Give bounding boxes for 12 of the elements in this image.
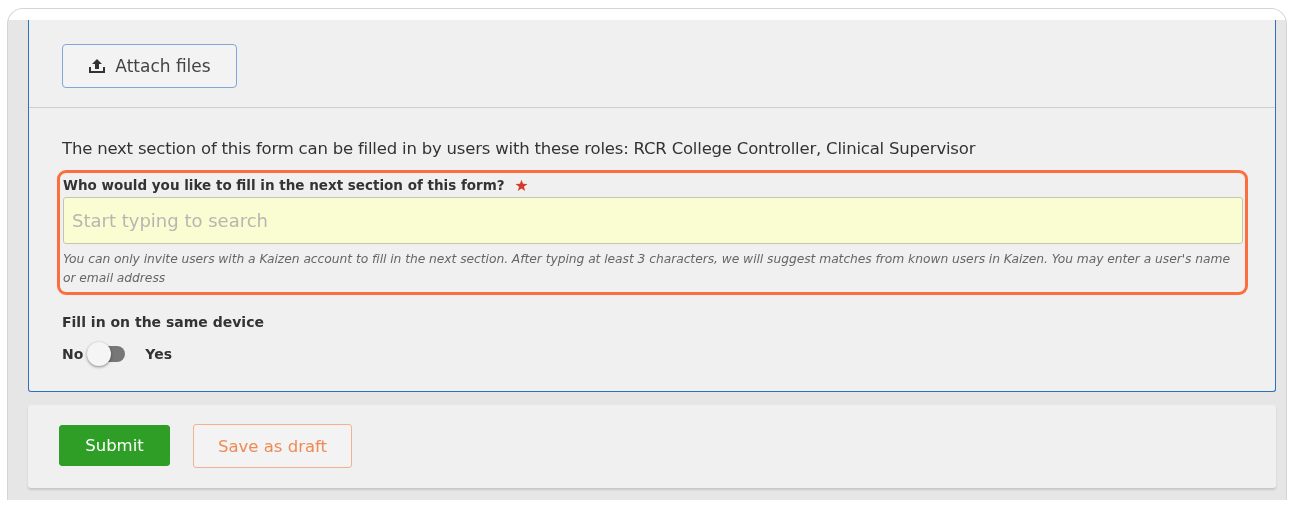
toggle-switch[interactable]: [87, 344, 126, 364]
submit-button[interactable]: Submit: [59, 425, 170, 466]
upload-icon: [88, 58, 107, 74]
roles-text: The next section of this form can be filled in by users with these roles: RCR College Controller, Clinical Supervisor: [62, 139, 977, 158]
help-text: You can only invite users with a Kaizen account to fill in the next section. After typing at least 3 characters, we will suggest matches from known users in Kaizen. You may enter a user's name or email address: [63, 251, 1231, 287]
save-draft-button[interactable]: Save as draft: [193, 424, 352, 468]
toggle-label: Yes: [145, 346, 173, 362]
field-label: Who would you like to fill in the next section of this form?: [63, 177, 505, 193]
attach-files-button[interactable]: Attach files: [62, 44, 237, 88]
search-field[interactable]: Start typing to search: [63, 197, 1243, 244]
toggle-label: No: [62, 346, 84, 362]
toggle-heading: Fill in on the same device: [62, 314, 265, 330]
